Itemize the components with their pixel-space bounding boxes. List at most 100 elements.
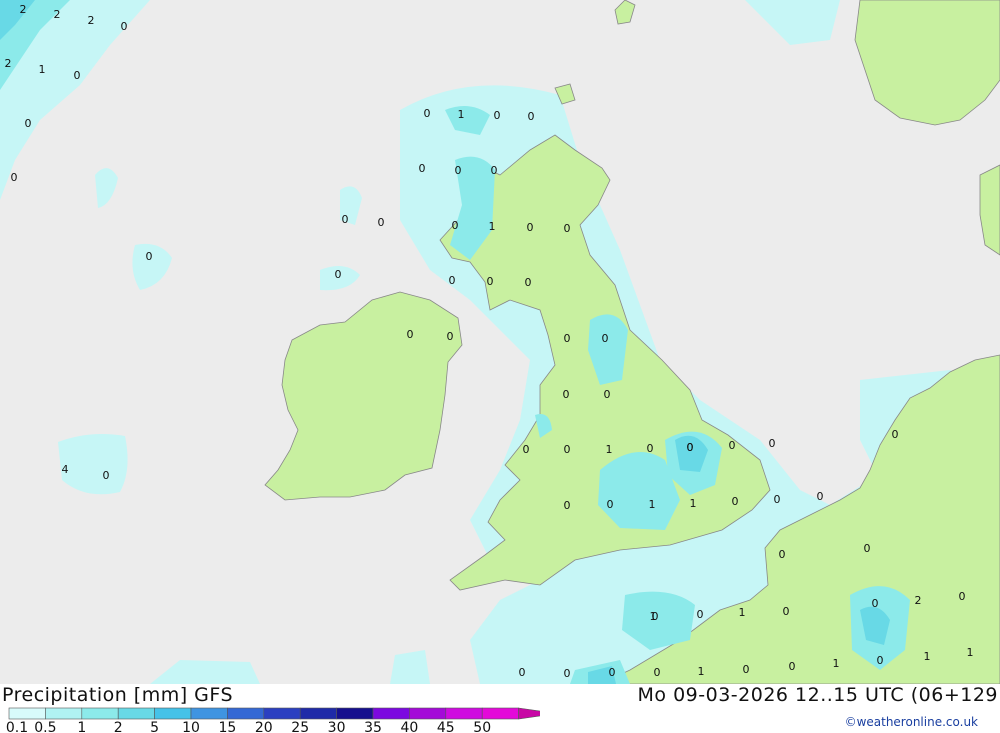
precip-value-label: 0 [602,332,609,345]
precip-value-label: 1 [924,650,931,663]
precip-value-label: 0 [74,69,81,82]
precip-value-label: 2 [915,594,922,607]
precip-value-label: 0 [892,428,899,441]
precip-value-label: 0 [607,498,614,511]
precip-value-label: 0 [494,109,501,122]
legend-swatch [263,707,301,720]
precip-value-label: 0 [743,663,750,676]
legend-label: 45 [437,720,455,733]
legend-swatch [81,707,119,720]
precip-value-label: 0 [342,213,349,226]
legend-swatch [154,707,192,720]
precip-value-label: 0 [609,666,616,679]
precip-value-label: 0 [654,666,661,679]
precip-value-label: 0 [11,171,18,184]
precip-value-label: 1 [650,610,657,623]
legend-swatch [8,707,46,720]
map-footer: Precipitation [mm] GFS Mo 09-03-2026 12.… [0,684,1000,733]
precip-value-label: 0 [783,605,790,618]
legend-label: 0.5 [34,720,56,733]
precip-value-label: 0 [877,654,884,667]
precip-value-label: 0 [455,164,462,177]
precip-value-label: 0 [419,162,426,175]
precip-value-label: 0 [424,107,431,120]
legend-label: 2 [114,720,123,733]
precip-value-label: 1 [649,498,656,511]
precip-value-label: 1 [458,108,465,121]
precip-value-label: 0 [647,442,654,455]
precip-value-label: 0 [817,490,824,503]
precip-value-label: 0 [564,667,571,680]
legend-label: 15 [218,720,236,733]
precip-value-label: 2 [88,14,95,27]
legend-label: 5 [150,720,159,733]
precip-value-label: 1 [739,606,746,619]
precip-value-label: 0 [527,221,534,234]
precip-value-label: 1 [967,646,974,659]
legend-swatch [481,707,519,720]
precip-value-label: 0 [564,222,571,235]
precip-value-label: 0 [452,219,459,232]
precip-value-label: 0 [779,548,786,561]
precip-value-label: 0 [564,499,571,512]
legend-label: 30 [328,720,346,733]
precip-value-label: 0 [491,164,498,177]
legend-label: 25 [291,720,309,733]
legend-arrow [518,707,540,720]
precip-value-label: 0 [525,276,532,289]
precip-value-label: 0 [407,328,414,341]
legend-swatch [117,707,155,720]
precip-value-label: 0 [519,666,526,679]
precip-value-label: 1 [39,63,46,76]
precip-value-label: 0 [729,439,736,452]
precip-value-label: 0 [959,590,966,603]
legend-label: 40 [400,720,418,733]
precip-value-label: 0 [335,268,342,281]
legend-label: 10 [182,720,200,733]
precip-value-label: 0 [564,443,571,456]
precip-value-label: 0 [563,388,570,401]
precip-value-label: 0 [687,441,694,454]
legend-swatch [299,707,337,720]
precip-value-label: 0 [697,608,704,621]
precip-value-label: 0 [789,660,796,673]
precip-value-label: 0 [528,110,535,123]
precip-value-label: 1 [690,497,697,510]
precip-value-label: 0 [774,493,781,506]
legend-label: 0.1 [6,720,28,733]
precip-value-label: 0 [121,20,128,33]
legend-swatch [372,707,410,720]
precip-value-label: 0 [732,495,739,508]
precip-value-label: 0 [872,597,879,610]
legend-swatch [445,707,483,720]
precip-value-label: 1 [606,443,613,456]
precip-value-label: 2 [5,57,12,70]
precip-value-label: 0 [864,542,871,555]
legend-swatch [227,707,265,720]
precip-value-label: 2 [20,3,27,16]
precip-value-label: 0 [447,330,454,343]
precipitation-map: 2 2 2 0 2 1 0 0 0 0 1 0 0 0 0 0 0 0 0 1 0 0 0 0 0 0 0 0 0 0 0 0 0 0 0 1 0 0 0 0… [0,0,1000,684]
valid-time: Mo 09-03-2026 12..15 UTC (06+129 [637,684,998,706]
legend-swatch [190,707,228,720]
precip-value-label: 0 [103,469,110,482]
precip-value-label: 0 [604,388,611,401]
precip-value-label: 0 [564,332,571,345]
precip-value-label: 0 [487,275,494,288]
legend-label: 1 [77,720,86,733]
precip-value-label: 4 [62,463,69,476]
color-legend: 0.1 0.5 1 2 5 10 15 20 25 30 35 40 45 50 [6,707,540,733]
precip-value-label: 0 [146,250,153,263]
precip-value-label: 0 [25,117,32,130]
precip-value-label: 2 [54,8,61,21]
precip-value-label: 0 [378,216,385,229]
precip-value-label: 0 [769,437,776,450]
legend-swatch [409,707,447,720]
legend-swatch [336,707,374,720]
legend-label: 50 [473,720,491,733]
precip-value-label: 0 [449,274,456,287]
legend-label: 20 [255,720,273,733]
legend-label: 35 [364,720,382,733]
credit-link[interactable]: ©weatheronline.co.uk [845,715,978,729]
precip-value-label: 1 [833,657,840,670]
